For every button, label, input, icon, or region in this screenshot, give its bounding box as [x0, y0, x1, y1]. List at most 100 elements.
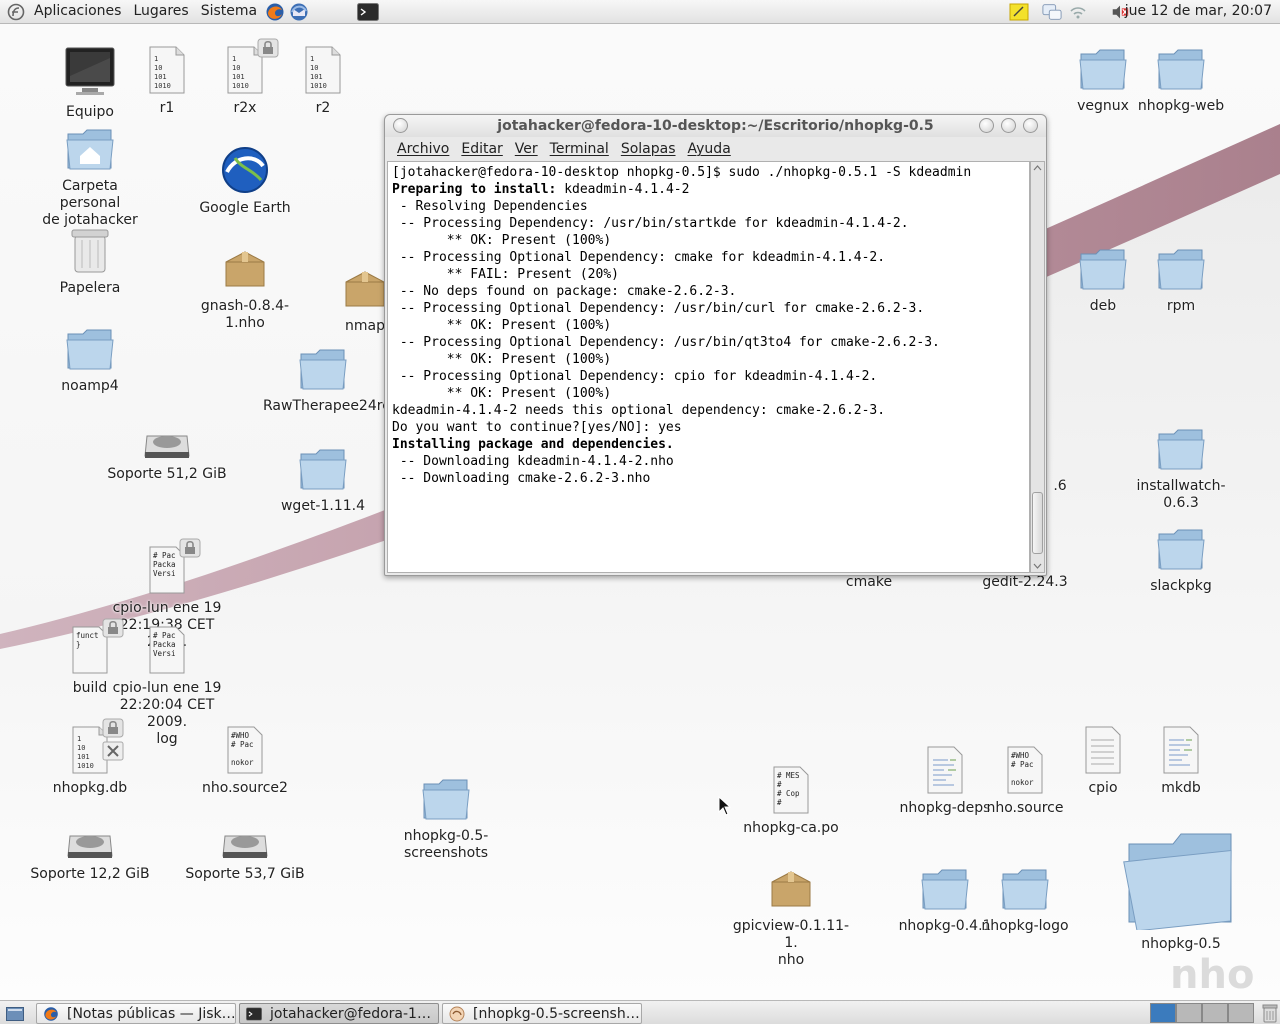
fedora-logo-icon[interactable] — [6, 2, 26, 22]
desktop-icon-nhopkg-logo[interactable]: nhopkg-logo — [965, 866, 1085, 935]
bottom-panel: [Notas públicas — Jisk… jotahacker@fedor… — [0, 1000, 1280, 1024]
terminal-scrollbar[interactable] — [1030, 161, 1045, 573]
desktop-icon-rpm[interactable]: rpm — [1121, 246, 1241, 315]
desktop-icon-installwatch[interactable]: installwatch-0.6.3 — [1121, 426, 1241, 512]
menu-terminal[interactable]: Terminal — [544, 141, 615, 157]
notes-applet-icon[interactable] — [1009, 2, 1029, 22]
task-label: [nhopkg-0.5-screensh… — [473, 1005, 640, 1022]
desktop-icon-mkdb[interactable]: mkdb — [1121, 726, 1241, 797]
menu-archivo[interactable]: Archivo — [391, 141, 455, 157]
task-terminal[interactable]: jotahacker@fedora-1… — [239, 1003, 439, 1024]
terminal-line: -- Processing Dependency: /usr/bin/start… — [392, 216, 909, 231]
desktop-icon-screenshots[interactable]: nhopkg-0.5- screenshots — [386, 776, 506, 862]
terminal-line: -- Downloading cmake-2.6.2-3.nho — [392, 471, 651, 486]
menu-solapas[interactable]: Solapas — [615, 141, 682, 157]
workspace-2[interactable] — [1176, 1003, 1202, 1023]
trash-applet-icon[interactable] — [1260, 1003, 1280, 1023]
svg-text:1: 1 — [310, 55, 314, 63]
desktop-icon-label: cmake — [845, 574, 893, 590]
folder-icon — [965, 866, 1085, 916]
svg-text:#: # — [777, 798, 782, 807]
workspace-1[interactable] — [1150, 1003, 1176, 1023]
svg-text:10: 10 — [232, 64, 240, 72]
menu-ayuda[interactable]: Ayuda — [682, 141, 737, 157]
scroll-down-arrow-icon[interactable] — [1031, 560, 1044, 572]
nho-watermark: nho — [1170, 952, 1255, 998]
desktop-icon-rawtherapee[interactable]: RawTherapee24rc — [263, 346, 390, 415]
folder-icon — [386, 776, 506, 826]
desktop-icon-home[interactable]: Carpeta personal de jotahacker — [30, 126, 150, 229]
svg-text:# Pac: # Pac — [231, 740, 254, 749]
terminal-window[interactable]: jotahacker@fedora-10-desktop:~/Escritori… — [384, 114, 1047, 576]
desktop-icon-nhopkg-05[interactable]: nhopkg-0.5 — [1121, 822, 1241, 953]
terminal-line: ** OK: Present (100%) — [392, 318, 612, 333]
desktop-icon-label: mkdb — [1161, 780, 1201, 796]
desktop-icon-label: rpm — [1166, 298, 1196, 314]
firefox-launcher-icon[interactable] — [265, 2, 285, 22]
desktop-icon-soporte51[interactable]: Soporte 51,2 GiB — [107, 426, 227, 483]
desktop-icon-slackpkg[interactable]: slackpkg — [1121, 526, 1241, 595]
desktop-icon-gnash[interactable]: gnash-0.8.4-1.nho — [185, 246, 305, 332]
desktop-icon-label: gedit-2.24.3 — [982, 574, 1068, 590]
desktop-icon-nhopkg-web[interactable]: nhopkg-web — [1121, 46, 1241, 115]
minimize-button[interactable] — [979, 118, 994, 133]
desktop-icon-label: nhopkg-0.5 — [1141, 936, 1221, 952]
drive-icon — [30, 826, 150, 864]
show-desktop-icon[interactable] — [5, 1004, 25, 1024]
svg-text:10: 10 — [154, 64, 162, 72]
scroll-up-arrow-icon[interactable] — [1031, 162, 1044, 174]
desktop-icon-label: gpicview-0.1.11-1. nho — [732, 918, 850, 968]
desktop-icon-gpicview[interactable]: gpicview-0.1.11-1. nho — [731, 866, 851, 969]
terminal-title: jotahacker@fedora-10-desktop:~/Escritori… — [497, 118, 934, 134]
terminal-line-bold: Installing package and dependencies. — [392, 437, 674, 452]
task-firefox[interactable]: [Notas públicas — Jisk… — [36, 1003, 236, 1024]
desktop-icon-nhosource2[interactable]: #WHO # Pac nokor nho.source2 — [185, 726, 305, 797]
textfile-icon: # MES # # Cop # — [731, 766, 851, 818]
menu-aplicaciones[interactable]: Aplicaciones — [28, 0, 127, 24]
terminal-output[interactable]: [jotahacker@fedora-10-desktop nhopkg-0.5… — [387, 161, 1030, 573]
window-menu-button[interactable] — [393, 118, 408, 133]
desktop-icon-label: nho.source2 — [202, 780, 288, 796]
menu-sistema[interactable]: Sistema — [195, 0, 263, 24]
package-icon — [185, 246, 305, 296]
wifi-icon[interactable] — [1068, 2, 1088, 22]
terminal-launcher-icon[interactable] — [357, 2, 380, 22]
terminal-line: -- Downloading kdeadmin-4.1.4-2.nho — [392, 454, 674, 469]
desktop-icon-noamp4[interactable]: noamp4 — [30, 326, 150, 395]
chat-applet-icon[interactable] — [1042, 2, 1062, 22]
clock[interactable]: jue 12 de mar, 20:07 — [1125, 0, 1272, 24]
menu-lugares[interactable]: Lugares — [127, 0, 194, 24]
desktop-icon-r2[interactable]: 1 10 101 1010 r2 — [263, 46, 383, 117]
close-button[interactable] — [1023, 118, 1038, 133]
menu-ver[interactable]: Ver — [509, 141, 544, 157]
desktop-icon-nhopkg-ca[interactable]: # MES # # Cop # nhopkg-ca.po — [731, 766, 851, 837]
svg-text:# MES: # MES — [777, 771, 800, 780]
terminal-line: -- Processing Optional Dependency: cmake… — [392, 250, 886, 265]
desktop-icon-soporte53[interactable]: Soporte 53,7 GiB — [185, 826, 305, 883]
menu-editar[interactable]: Editar — [455, 141, 508, 157]
desktop-icon-nhopkgdb[interactable]: 1 10 101 1010 nhopkg.db — [30, 718, 150, 797]
terminal-titlebar[interactable]: jotahacker@fedora-10-desktop:~/Escritori… — [385, 115, 1046, 137]
scrollbar-thumb[interactable] — [1032, 492, 1043, 554]
svg-text:# Cop: # Cop — [777, 789, 800, 798]
svg-text:10: 10 — [310, 64, 318, 72]
desktop-icon-papelera[interactable]: Papelera — [30, 226, 150, 297]
workspace-3[interactable] — [1202, 1003, 1228, 1023]
desktop-icon-label: Papelera — [59, 280, 121, 296]
svg-text:1: 1 — [77, 735, 81, 743]
svg-text:Packa: Packa — [153, 640, 176, 649]
folder-icon — [1121, 426, 1241, 476]
desktop-icon-label: Carpeta personal de jotahacker — [42, 178, 138, 228]
desktop-icon-google-earth[interactable]: Google Earth — [185, 146, 305, 217]
desktop-icon-wget[interactable]: wget-1.11.4 — [263, 446, 383, 515]
svg-text:10: 10 — [77, 744, 85, 752]
desktop-icon-soporte12[interactable]: Soporte 12,2 GiB — [30, 826, 150, 883]
task-file-manager[interactable]: [nhopkg-0.5-screensh… — [442, 1003, 642, 1024]
folder-icon — [1121, 246, 1241, 296]
maximize-button[interactable] — [1001, 118, 1016, 133]
thunderbird-launcher-icon[interactable] — [289, 2, 309, 22]
workspace-4[interactable] — [1228, 1003, 1254, 1023]
desktop-icon-label: slackpkg — [1150, 578, 1212, 594]
desktop-icon-label: noamp4 — [61, 378, 119, 394]
svg-text:Packa: Packa — [153, 560, 176, 569]
